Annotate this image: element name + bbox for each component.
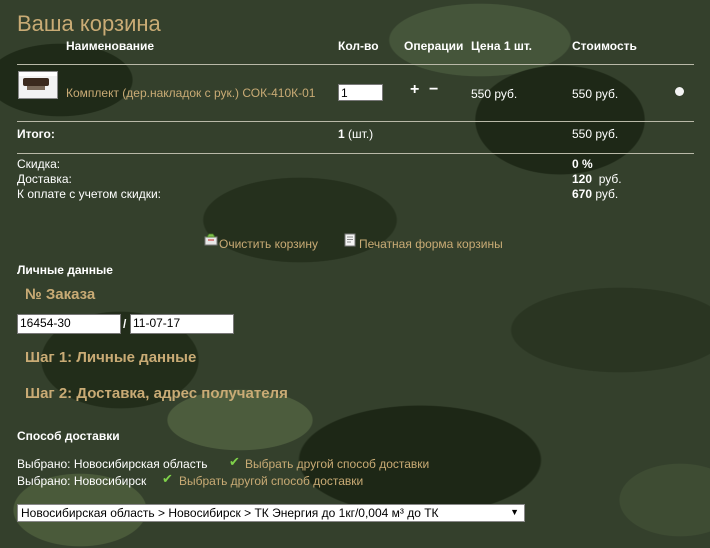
order-number-heading: № Заказа: [25, 286, 96, 303]
column-header-name: Наименование: [66, 39, 155, 53]
pay-unit: руб.: [595, 187, 619, 201]
delivery-method-select-value: Новосибирская область > Новосибирск > ТК…: [21, 506, 439, 520]
print-form-icon[interactable]: [344, 233, 357, 247]
selected-city: Выбрано: Новосибирск: [17, 474, 147, 488]
product-thumbnail[interactable]: [18, 71, 58, 99]
step2-link[interactable]: Шаг 2: Доставка, адрес получателя: [25, 385, 288, 402]
column-header-unit-price: Цена 1 шт.: [471, 39, 533, 53]
discount-value: 0 %: [572, 157, 593, 171]
column-header-operations: Операции: [404, 39, 464, 53]
total-label: Итого:: [17, 127, 55, 141]
total-cost: 550 руб.: [572, 127, 619, 141]
product-name-link[interactable]: Комплект (дер.накладок с рук.) СОК-410К-…: [66, 86, 315, 100]
order-date-field[interactable]: 11-07-17: [130, 314, 234, 334]
quantity-input[interactable]: 1: [338, 84, 383, 101]
discount-label: Скидка:: [17, 157, 61, 171]
pay-label: К оплате с учетом скидки:: [17, 187, 161, 201]
order-number-field[interactable]: 16454-30: [17, 314, 121, 334]
item-cost: 550 руб.: [572, 87, 619, 101]
unit-price: 550 руб.: [471, 87, 518, 101]
change-city-link[interactable]: Выбрать другой способ доставки: [179, 474, 363, 488]
pay-amount: 670: [572, 187, 593, 201]
order-separator: /: [123, 317, 127, 331]
check-icon: ✔: [229, 454, 240, 469]
column-header-qty: Кол-во: [338, 39, 379, 53]
column-header-cost: Стоимость: [572, 39, 637, 53]
total-quantity: 1 (шт.): [338, 127, 373, 141]
divider: [17, 64, 694, 65]
delivery-unit: руб.: [598, 172, 622, 186]
total-quantity-number: 1: [338, 127, 345, 141]
increase-quantity-button[interactable]: +: [410, 81, 419, 99]
delivery-label: Доставка:: [17, 172, 72, 186]
delivery-amount: 120: [572, 172, 593, 186]
page-title: Ваша корзина: [17, 11, 161, 36]
dropdown-arrow-icon: ▼: [510, 507, 519, 517]
print-form-link[interactable]: Печатная форма корзины: [359, 237, 503, 251]
delivery-method-select[interactable]: Новосибирская область > Новосибирск > ТК…: [17, 504, 525, 522]
delivery-value: 120 руб.: [572, 172, 622, 186]
check-icon: ✔: [162, 471, 173, 486]
selected-region: Выбрано: Новосибирская область: [17, 457, 208, 471]
remove-item-radio[interactable]: [675, 87, 684, 96]
pay-value: 670 руб.: [572, 187, 618, 201]
step1-link[interactable]: Шаг 1: Личные данные: [25, 349, 196, 366]
personal-data-heading: Личные данные: [17, 263, 113, 277]
divider: [17, 153, 694, 154]
divider: [17, 121, 694, 122]
total-quantity-unit: (шт.): [348, 127, 374, 141]
clear-cart-icon[interactable]: [204, 233, 218, 246]
clear-cart-link[interactable]: Очистить корзину: [219, 237, 318, 251]
delivery-method-heading: Способ доставки: [17, 429, 120, 443]
decrease-quantity-button[interactable]: −: [429, 81, 438, 99]
change-region-link[interactable]: Выбрать другой способ доставки: [245, 457, 429, 471]
